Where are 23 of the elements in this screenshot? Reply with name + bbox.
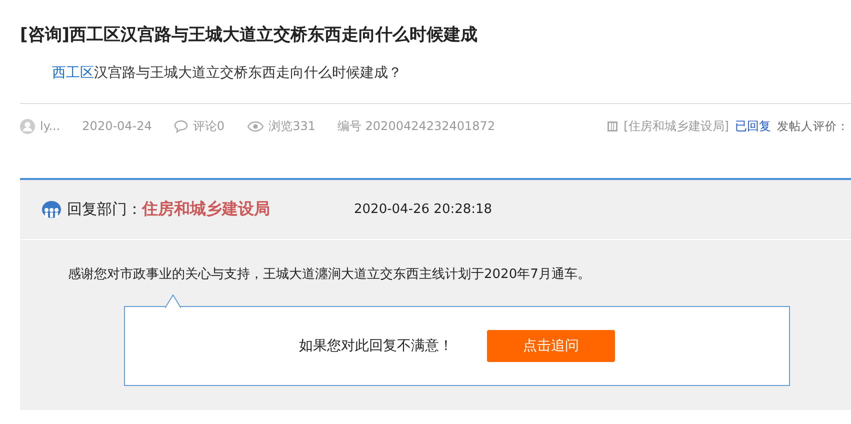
reply-department: 住房和城乡建设局 [142,199,270,220]
post-title: 西工区汉宫路与王城大道立交桥东西走向什么时候建成 [70,24,478,47]
avatar-icon [20,118,35,134]
comment-count: 评论0 [192,118,225,134]
reply-text: 感谢您对市政事业的关心与支持，王城大道瀍涧大道立交东西主线计划于2020年7月通车。 [68,266,592,283]
follow-up-prompt: 如果您对此回复不满意！ [299,337,453,355]
post-number: 编号 20200424232401872 [337,118,496,134]
post-date: 2020-04-24 [82,119,152,133]
people-icon [42,201,61,218]
speech-bubble-icon [174,120,188,132]
building-icon [606,120,618,132]
reply-status: 已回复 [735,118,771,134]
author-name[interactable]: ly... [40,119,60,133]
reply-department-label: 回复部门： [67,200,142,219]
rating-label: 发帖人评价： [777,118,849,134]
eye-icon [246,120,264,132]
view-count: 浏览331 [268,118,316,134]
category-tag: [咨询] [20,22,70,48]
post-body: 西工区汉宫路与王城大道立交桥东西走向什么时候建成？ [52,64,403,83]
district-link[interactable]: 西工区 [52,65,94,81]
department-name: [住房和城乡建设局] [624,118,729,134]
reply-time: 2020-04-26 20:28:18 [354,202,492,217]
follow-up-button[interactable]: 点击追问 [487,330,615,362]
